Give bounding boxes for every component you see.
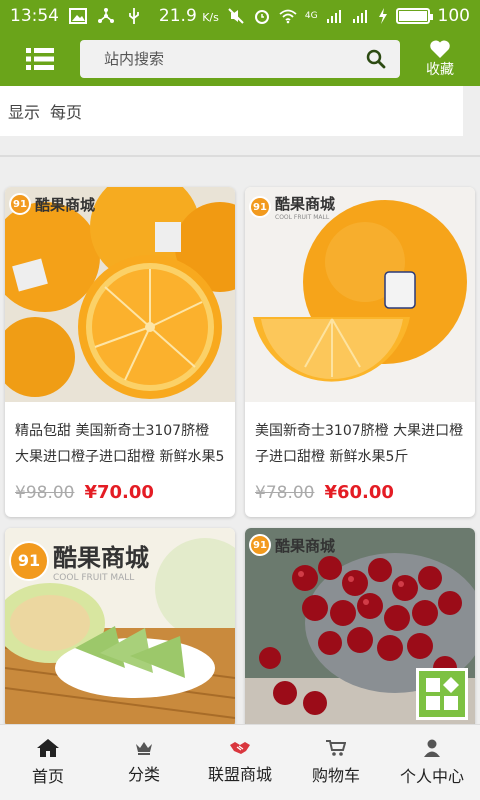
original-price: ¥98.00	[15, 483, 75, 503]
sort-bar: 显示 每页	[0, 86, 463, 136]
product-title[interactable]: 精品包甜 美国新奇士3107脐橙 大果进口橙子进口甜橙 新鲜水果5斤	[5, 402, 235, 470]
image-icon	[69, 8, 87, 24]
original-price: ¥78.00	[255, 483, 315, 503]
per-page-option[interactable]: 每页	[50, 99, 82, 123]
product-image[interactable]: 91 酷果商城 COOL FRUIT MALL	[5, 528, 235, 728]
crown-icon	[136, 741, 152, 755]
network-type: 4G	[304, 11, 318, 21]
person-icon	[424, 739, 440, 757]
nav-profile-label: 个人中心	[399, 766, 464, 786]
signal-icon-2	[352, 10, 367, 23]
search-box[interactable]	[80, 40, 400, 78]
price-row: ¥98.00 ¥70.00	[5, 470, 235, 503]
product-image[interactable]: 91 酷果商城 COOL FRUIT MALL	[245, 187, 475, 402]
nav-category[interactable]: 分类	[96, 725, 192, 800]
product-card[interactable]: 91 酷果商城 精品包甜 美国新奇士3107脐橙 大果进口橙子进口甜橙 新鲜水果…	[5, 187, 235, 517]
usb-icon	[129, 8, 139, 24]
nav-alliance-mall-label: 联盟商城	[207, 764, 272, 784]
section-divider	[0, 155, 480, 157]
search-input[interactable]	[104, 50, 366, 68]
product-title[interactable]: 美国新奇士3107脐橙 大果进口橙子进口甜橙 新鲜水果5斤	[245, 402, 475, 470]
favorites-label: 收藏	[426, 62, 454, 78]
list-menu-icon	[26, 48, 54, 70]
battery-icon	[395, 8, 433, 24]
display-option[interactable]: 显示	[8, 99, 40, 123]
brand-logo: 91 酷果商城	[249, 534, 335, 556]
charging-icon	[378, 8, 387, 24]
signal-icon	[326, 10, 341, 23]
sale-price: ¥60.00	[324, 482, 394, 503]
mute-icon	[228, 8, 244, 24]
brand-logo: 91 酷果商城	[9, 193, 95, 215]
status-time: 13:54	[10, 6, 59, 26]
grid-icon	[426, 677, 459, 710]
data-rate: 21.9 K/s	[158, 6, 219, 26]
bottom-navigation: 首页 分类 联盟商城 购物车 个人中心	[0, 724, 480, 800]
brand-logo: 91 酷果商城 COOL FRUIT MALL	[249, 193, 335, 221]
cart-icon	[326, 739, 346, 756]
share-icon	[98, 8, 114, 23]
handshake-icon	[230, 741, 250, 754]
battery-percent: 100	[437, 6, 470, 26]
home-icon	[37, 738, 59, 757]
product-card[interactable]: 91 酷果商城 COOL FRUIT MALL 美国新奇士3107脐橙 大果进口…	[245, 187, 475, 517]
nav-cart[interactable]: 购物车	[288, 725, 384, 800]
menu-button[interactable]	[0, 32, 80, 86]
nav-alliance-mall[interactable]: 联盟商城	[192, 725, 288, 800]
floating-grid-button[interactable]	[416, 668, 468, 720]
sale-price: ¥70.00	[84, 482, 154, 503]
nav-cart-label: 购物车	[311, 765, 360, 785]
nav-category-label: 分类	[127, 764, 160, 784]
nav-home-label: 首页	[31, 766, 64, 786]
status-bar: 13:54 21.9 K/s 4G 100	[0, 0, 480, 32]
nav-profile[interactable]: 个人中心	[384, 725, 480, 800]
brand-logo: 91 酷果商城 COOL FRUIT MALL	[9, 538, 149, 583]
price-row: ¥78.00 ¥60.00	[245, 470, 475, 503]
heart-icon	[430, 40, 450, 58]
product-image[interactable]: 91 酷果商城	[5, 187, 235, 402]
orange-photo-image	[5, 187, 235, 402]
product-card[interactable]: 91 酷果商城 COOL FRUIT MALL	[5, 528, 235, 728]
search-icon[interactable]	[366, 49, 386, 69]
alarm-icon	[254, 10, 269, 24]
wifi-icon	[279, 9, 297, 24]
nav-home[interactable]: 首页	[0, 725, 96, 800]
top-header: 收藏	[0, 32, 480, 86]
favorites-button[interactable]: 收藏	[400, 39, 480, 79]
